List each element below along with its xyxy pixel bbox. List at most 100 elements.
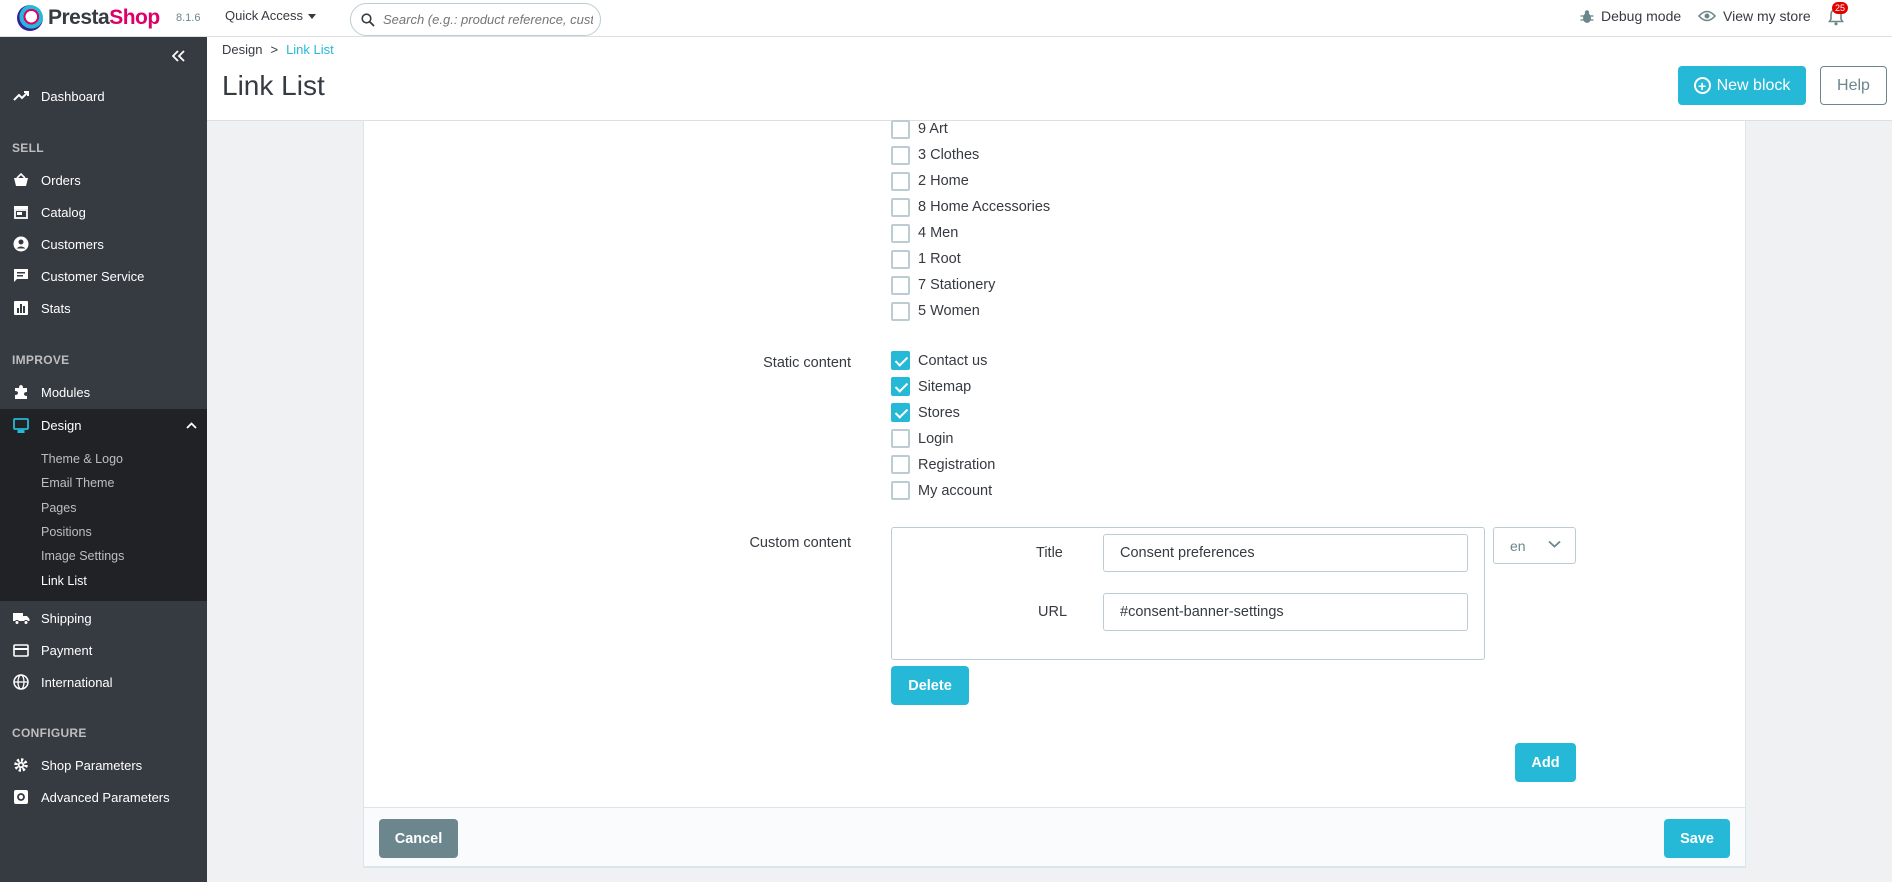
static-content-item-label: Login [918, 431, 954, 447]
url-field-label: URL [1038, 604, 1068, 620]
brand-name-part2: Shop [109, 6, 160, 29]
category-label: 5 Women [918, 303, 980, 319]
sidebar-item-catalog[interactable]: Catalog [0, 196, 207, 228]
sidebar-item-label: Shop Parameters [41, 757, 143, 773]
submenu-link-list[interactable]: Link List [41, 574, 87, 588]
sidebar-item-customers[interactable]: Customers [0, 228, 207, 260]
submenu-positions[interactable]: Positions [41, 525, 92, 539]
add-circle-icon: + [1693, 77, 1711, 94]
delete-button[interactable]: Delete [891, 666, 969, 705]
static-checkbox-stores[interactable] [891, 403, 910, 422]
sidebar-item-shop-parameters[interactable]: Shop Parameters [0, 749, 207, 781]
trending-up-icon [12, 90, 30, 102]
category-label: 1 Root [918, 251, 961, 267]
static-content-item-label: Sitemap [918, 379, 972, 395]
breadcrumb-current[interactable]: Link List [286, 42, 334, 57]
category-checkbox-art[interactable] [891, 120, 910, 139]
search-box[interactable] [350, 3, 601, 36]
sidebar-item-modules[interactable]: Modules [0, 376, 207, 408]
category-label: 9 Art [918, 121, 948, 137]
sidebar-item-label: Payment [41, 642, 93, 658]
static-checkbox-contact-us[interactable] [891, 351, 910, 370]
design-submenu: Theme & Logo Email Theme Pages Positions… [0, 441, 207, 601]
static-checkbox-sitemap[interactable] [891, 377, 910, 396]
sidebar-item-label: Stats [41, 300, 71, 316]
language-value: en [1510, 537, 1526, 554]
category-label: 3 Clothes [918, 147, 980, 163]
category-checkbox-home-accessories[interactable] [891, 198, 910, 217]
sidebar-item-label: Dashboard [41, 88, 105, 104]
category-checkbox-clothes[interactable] [891, 146, 910, 165]
category-checkbox-men[interactable] [891, 224, 910, 243]
version-label: 8.1.6 [176, 12, 201, 24]
category-checkbox-root[interactable] [891, 250, 910, 269]
desktop-icon [12, 417, 30, 433]
settings-app-icon [12, 789, 30, 805]
bar-chart-icon [12, 300, 30, 316]
view-store-link[interactable]: View my store [1698, 8, 1811, 24]
static-content-item-label: Stores [918, 405, 960, 421]
form-footer [363, 807, 1746, 867]
sidebar-item-label: Catalog [41, 204, 86, 220]
basket-icon [12, 173, 30, 187]
category-label: 4 Men [918, 225, 959, 241]
view-store-label: View my store [1723, 8, 1811, 24]
sidebar-item-label: Customer Service [41, 268, 145, 284]
static-content-label: Static content [763, 355, 851, 371]
account-circle-icon [12, 236, 30, 252]
bug-icon [1580, 9, 1594, 23]
custom-url-input[interactable] [1103, 593, 1468, 631]
static-checkbox-my-account[interactable] [891, 481, 910, 500]
category-checkbox-women[interactable] [891, 302, 910, 321]
section-sell: SELL [12, 141, 44, 155]
submenu-email-theme[interactable]: Email Theme [41, 476, 114, 490]
custom-title-input[interactable] [1103, 534, 1468, 572]
static-checkbox-login[interactable] [891, 429, 910, 448]
sidebar-item-international[interactable]: International [0, 666, 207, 698]
chevron-up-icon [186, 421, 197, 429]
category-checkbox-home[interactable] [891, 172, 910, 191]
cancel-button[interactable]: Cancel [379, 819, 458, 858]
sidebar-item-label: Orders [41, 172, 81, 188]
eye-icon [1698, 10, 1716, 22]
gear-icon [12, 757, 30, 773]
search-input[interactable] [383, 12, 593, 27]
static-content-item-label: Registration [918, 457, 996, 473]
title-field-label: Title [1036, 545, 1063, 561]
quick-access-dropdown[interactable]: Quick Access [225, 8, 317, 23]
sidebar-item-design[interactable]: Design [0, 409, 207, 441]
sidebar-item-label: Shipping [41, 610, 92, 626]
submenu-theme-logo[interactable]: Theme & Logo [41, 452, 123, 466]
new-block-button[interactable]: + New block [1678, 66, 1806, 105]
breadcrumb-separator: > [270, 42, 279, 57]
prestashop-logo-icon [17, 5, 43, 31]
sidebar-item-label: Design [41, 417, 82, 433]
category-label: 2 Home [918, 173, 969, 189]
sidebar-item-payment[interactable]: Payment [0, 634, 207, 666]
save-button[interactable]: Save [1664, 819, 1730, 858]
globe-icon [12, 674, 30, 690]
prestashop-logo[interactable]: PrestaShop [17, 5, 160, 31]
breadcrumb-parent[interactable]: Design [222, 42, 262, 57]
sidebar-item-shipping[interactable]: Shipping [0, 602, 207, 634]
category-checkbox-stationery[interactable] [891, 276, 910, 295]
credit-card-icon [12, 643, 30, 657]
sidebar-item-customer-service[interactable]: Customer Service [0, 260, 207, 292]
chat-icon [12, 268, 30, 284]
static-checkbox-registration[interactable] [891, 455, 910, 474]
sidebar-item-orders[interactable]: Orders [0, 164, 207, 196]
submenu-image-settings[interactable]: Image Settings [41, 549, 124, 563]
submenu-pages[interactable]: Pages [41, 501, 76, 515]
quick-access-label: Quick Access [225, 8, 304, 23]
language-select[interactable]: en [1493, 527, 1576, 564]
debug-mode-link[interactable]: Debug mode [1580, 8, 1681, 24]
collapse-sidebar-icon[interactable] [171, 49, 186, 67]
add-button[interactable]: Add [1515, 743, 1576, 782]
sidebar-item-dashboard[interactable]: Dashboard [0, 80, 207, 112]
sidebar-item-stats[interactable]: Stats [0, 292, 207, 324]
chevron-down-icon [1548, 540, 1561, 548]
sidebar-item-advanced-parameters[interactable]: Advanced Parameters [0, 781, 207, 813]
help-button[interactable]: Help [1820, 66, 1887, 105]
page-header: Design > Link List Link List + New block H… [207, 37, 1892, 121]
notifications-badge: 25 [1832, 2, 1849, 14]
